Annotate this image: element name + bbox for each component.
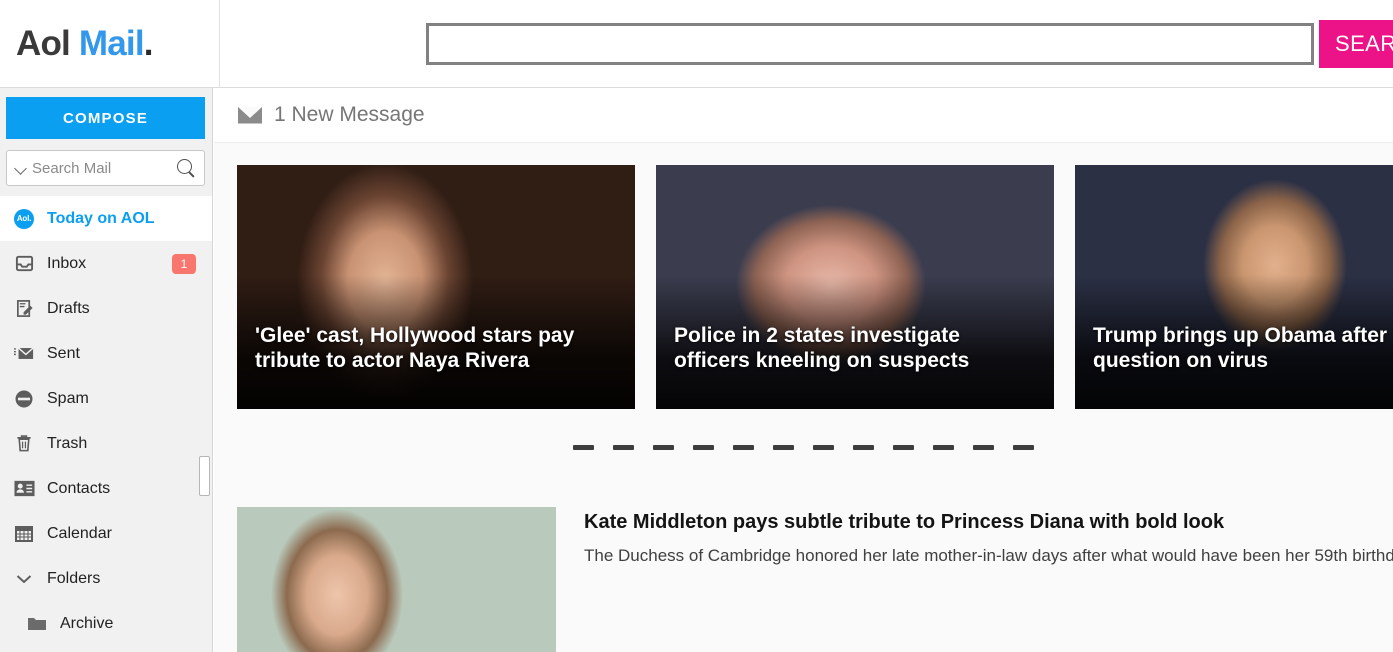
sidebar-item-today-on-aol[interactable]: Aol. Today on AOL [0, 196, 212, 241]
carousel-indicators [214, 445, 1393, 450]
sidebar-item-inbox[interactable]: Inbox 1 [0, 241, 212, 286]
news-card[interactable]: 'Glee' cast, Hollywood stars pay tribute… [237, 165, 635, 409]
compose-button[interactable]: COMPOSE [6, 97, 205, 139]
sidebar: COMPOSE Aol. Today on AOL Inbox 1 Drafts… [0, 88, 213, 652]
sidebar-item-label: Drafts [47, 299, 90, 317]
sidebar-scrollbar-thumb[interactable] [199, 456, 210, 496]
sidebar-item-folders[interactable]: Folders [0, 556, 212, 601]
logo-aol-part: Aol [16, 24, 71, 63]
carousel-dot[interactable] [813, 445, 834, 450]
top-bar: Aol Mail. SEARCH [0, 0, 1393, 88]
carousel-dot[interactable] [733, 445, 754, 450]
sidebar-item-archive[interactable]: Archive [0, 601, 212, 646]
sent-icon [13, 343, 35, 365]
search-icon[interactable] [177, 158, 196, 178]
sidebar-item-drafts[interactable]: Drafts [0, 286, 212, 331]
spam-icon [13, 388, 35, 410]
sidebar-item-contacts[interactable]: Contacts [0, 466, 212, 511]
chevron-down-icon [13, 568, 35, 590]
global-search-area: SEARCH [426, 19, 1393, 68]
featured-story-body: Kate Middleton pays subtle tribute to Pr… [556, 507, 1393, 652]
search-mail-input[interactable] [32, 159, 177, 177]
news-card-title: Police in 2 states investigate officers … [674, 323, 970, 372]
inbox-icon [13, 253, 35, 275]
carousel-dot[interactable] [1013, 445, 1034, 450]
carousel-dot[interactable] [613, 445, 634, 450]
sidebar-item-label: Sent [47, 344, 80, 362]
sidebar-item-label: Spam [47, 389, 89, 407]
calendar-icon [13, 523, 35, 545]
folder-icon [26, 613, 48, 635]
sidebar-item-label: Trash [47, 434, 88, 452]
aol-mail-logo[interactable]: Aol Mail. [0, 0, 220, 87]
logo-dot: . [143, 24, 154, 63]
sidebar-item-label: Contacts [47, 479, 111, 497]
carousel-dot[interactable] [893, 445, 914, 450]
featured-story-image [237, 507, 556, 652]
new-message-bar: 1 New Message [214, 88, 1393, 143]
carousel-dot[interactable] [573, 445, 594, 450]
trash-icon [13, 433, 35, 455]
news-card[interactable]: Trump brings up Obama after question on … [1075, 165, 1393, 409]
inbox-unread-badge: 1 [172, 253, 196, 274]
news-carousel: 'Glee' cast, Hollywood stars pay tribute… [214, 143, 1393, 409]
carousel-dot[interactable] [653, 445, 674, 450]
featured-story-description: The Duchess of Cambridge honored her lat… [584, 546, 1393, 565]
sidebar-item-label: Folders [47, 569, 101, 587]
featured-story[interactable]: Kate Middleton pays subtle tribute to Pr… [237, 507, 1393, 652]
drafts-icon [13, 298, 35, 320]
contacts-icon [13, 478, 35, 500]
news-card-title: 'Glee' cast, Hollywood stars pay tribute… [255, 323, 575, 372]
carousel-dot[interactable] [693, 445, 714, 450]
carousel-dot[interactable] [933, 445, 954, 450]
sidebar-item-calendar[interactable]: Calendar [0, 511, 212, 556]
sidebar-item-label: Calendar [47, 524, 112, 542]
search-button[interactable]: SEARCH [1319, 19, 1393, 68]
chevron-down-icon[interactable] [15, 162, 28, 175]
news-card-title: Trump brings up Obama after question on … [1093, 323, 1388, 372]
logo-text: Aol Mail. [16, 24, 154, 63]
aol-badge-icon: Aol. [13, 208, 35, 230]
sidebar-item-sent[interactable]: Sent [0, 331, 212, 376]
sidebar-item-label: Inbox [47, 254, 87, 272]
sidebar-item-spam[interactable]: Spam [0, 376, 212, 421]
news-card[interactable]: Police in 2 states investigate officers … [656, 165, 1054, 409]
sidebar-item-trash[interactable]: Trash [0, 421, 212, 466]
sidebar-item-label: Archive [60, 614, 114, 632]
carousel-dot[interactable] [853, 445, 874, 450]
envelope-icon [238, 106, 262, 124]
global-search-input[interactable] [426, 22, 1314, 65]
search-mail-box[interactable] [6, 150, 205, 186]
featured-story-title: Kate Middleton pays subtle tribute to Pr… [584, 511, 1225, 533]
carousel-dot[interactable] [773, 445, 794, 450]
logo-mail-part: Mail [69, 24, 145, 63]
sidebar-item-label: Today on AOL [47, 209, 155, 227]
carousel-dot[interactable] [973, 445, 994, 450]
main-content: 1 New Message 'Glee' cast, Hollywood sta… [214, 88, 1393, 652]
new-message-count: 1 New Message [274, 103, 425, 126]
